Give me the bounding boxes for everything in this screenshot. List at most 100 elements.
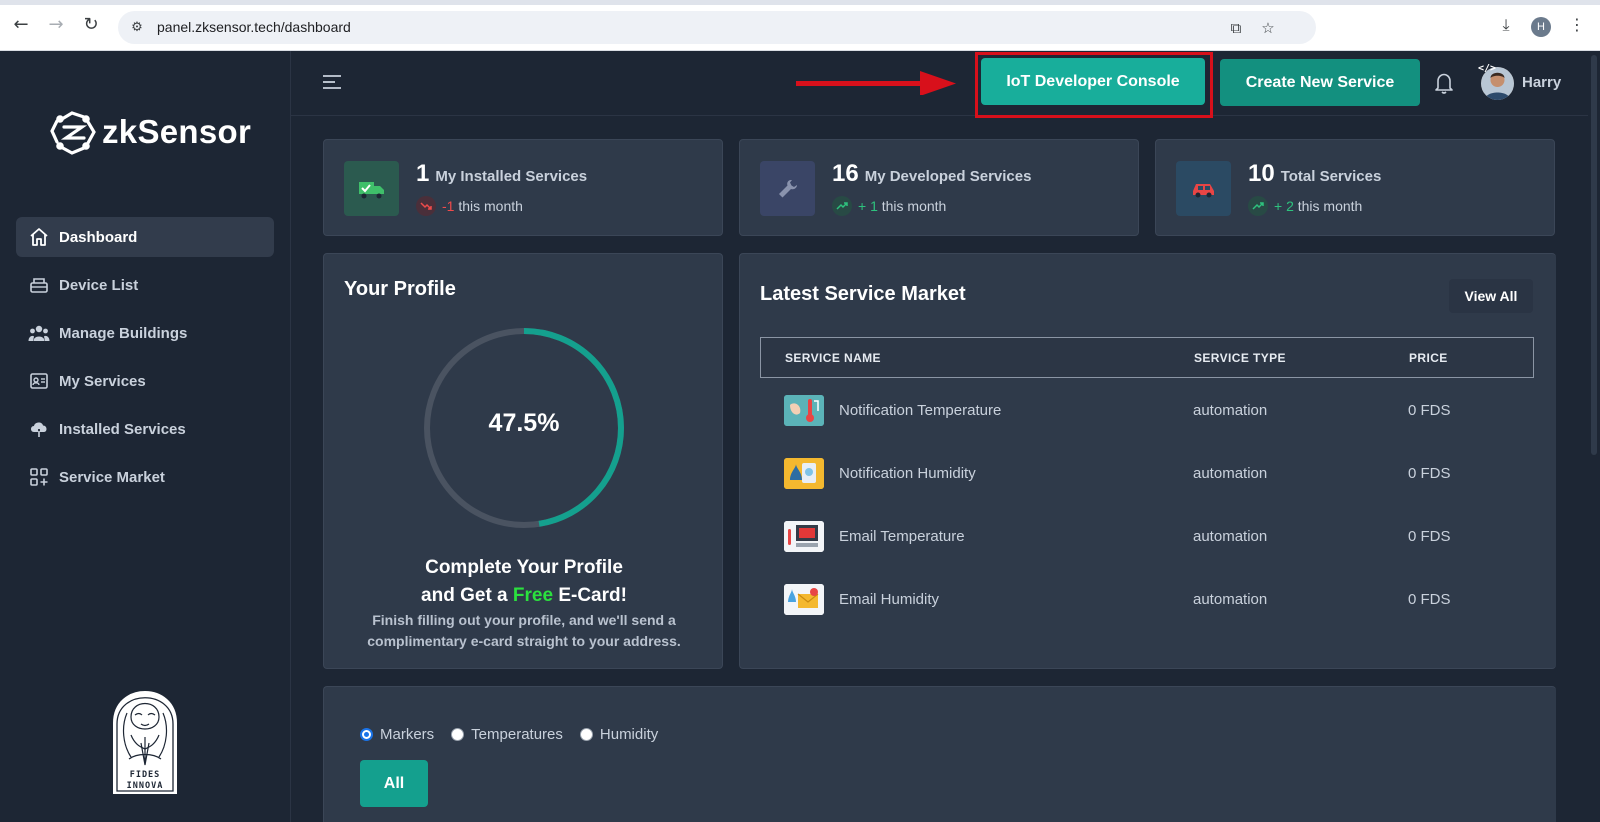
service-name: Notification Humidity xyxy=(839,465,976,482)
create-new-service-button[interactable]: Create New Service xyxy=(1220,59,1420,106)
stat-delta-value: + 2 xyxy=(1274,198,1294,214)
bookmark-star-icon[interactable]: ☆ xyxy=(1258,18,1278,38)
grid-plus-icon xyxy=(28,466,50,488)
download-icon[interactable]: ⤓ xyxy=(1495,14,1517,36)
sidebar: zkSensor Dashboard Device List Manage Bu… xyxy=(0,51,291,822)
car-icon xyxy=(1176,161,1231,216)
radio-label-humidity[interactable]: Humidity xyxy=(600,726,658,743)
sidebar-item-installed-services[interactable]: Installed Services xyxy=(16,409,274,449)
cta-free: Free xyxy=(512,585,554,606)
svg-text:INNOVA: INNOVA xyxy=(127,781,164,791)
stat-label: Total Services xyxy=(1280,168,1382,185)
reload-icon[interactable]: ↻ xyxy=(80,14,102,36)
id-card-icon xyxy=(28,370,50,392)
stat-label: My Installed Services xyxy=(435,168,588,185)
column-price[interactable]: PRICE xyxy=(1409,351,1448,365)
sidebar-item-service-market[interactable]: Service Market xyxy=(16,457,274,497)
stat-delta-suffix: this month xyxy=(1297,198,1363,214)
forward-icon[interactable]: → xyxy=(45,14,67,36)
service-type: automation xyxy=(1193,528,1268,545)
sidebar-item-dashboard[interactable]: Dashboard xyxy=(16,217,274,257)
radio-label-markers[interactable]: Markers xyxy=(380,726,434,743)
profile-cta: Complete Your Profile and Get a Free E-C… xyxy=(324,554,724,610)
service-name: Email Humidity xyxy=(839,591,940,608)
market-title: Latest Service Market xyxy=(760,283,966,305)
column-service-name[interactable]: SERVICE NAME xyxy=(785,351,881,365)
service-type: automation xyxy=(1193,465,1268,482)
stat-delta-value: -1 xyxy=(442,198,455,214)
service-thumbnail xyxy=(784,395,824,426)
menu-toggle-icon[interactable] xyxy=(321,73,343,91)
table-row[interactable]: Notification Temperature automation 0 FD… xyxy=(760,379,1534,442)
stat-card-total: 10 Total Services + 2 this month xyxy=(1155,139,1555,236)
cta-prefix: and Get a xyxy=(421,585,508,606)
map-layer-radio-group: Markers Temperatures Humidity xyxy=(360,726,675,743)
stat-delta: -1 this month xyxy=(416,196,523,216)
bell-icon[interactable] xyxy=(1433,71,1455,95)
service-thumbnail xyxy=(784,521,824,552)
stat-card-installed: 1 My Installed Services -1 this month xyxy=(323,139,723,236)
trend-down-icon xyxy=(416,196,436,216)
service-market-card: Latest Service Market View All SERVICE N… xyxy=(739,253,1556,669)
developer-badge-icon: </> xyxy=(1478,63,1497,74)
view-all-button[interactable]: View All xyxy=(1449,279,1533,313)
site-info-icon[interactable]: ⚙ xyxy=(128,19,146,37)
stat-delta-suffix: this month xyxy=(881,198,947,214)
stat-value: 16 My Developed Services xyxy=(832,160,1032,187)
stat-card-developed: 16 My Developed Services + 1 this month xyxy=(739,139,1139,236)
service-price: 0 FDS xyxy=(1408,591,1451,608)
sidebar-item-label: Service Market xyxy=(59,468,165,486)
cloud-download-icon xyxy=(28,418,50,440)
iot-developer-console-button[interactable]: IoT Developer Console xyxy=(981,58,1205,105)
stat-delta: + 1 this month xyxy=(832,196,946,216)
back-icon[interactable]: ← xyxy=(10,14,32,36)
stat-label: My Developed Services xyxy=(864,168,1032,185)
service-price: 0 FDS xyxy=(1408,402,1451,419)
stat-value: 1 My Installed Services xyxy=(416,160,588,187)
radio-markers[interactable] xyxy=(360,728,373,741)
all-filter-button[interactable]: All xyxy=(360,760,428,807)
device-icon xyxy=(28,274,50,296)
sidebar-item-label: Installed Services xyxy=(59,420,186,438)
radio-label-temperatures[interactable]: Temperatures xyxy=(471,726,563,743)
annotation-arrow-icon xyxy=(796,71,956,95)
service-name: Email Temperature xyxy=(839,528,965,545)
browser-menu-icon[interactable]: ⋮ xyxy=(1566,14,1588,36)
browser-profile-avatar[interactable]: H xyxy=(1531,17,1551,37)
sidebar-item-device-list[interactable]: Device List xyxy=(16,265,274,305)
service-name: Notification Temperature xyxy=(839,402,1002,419)
app-logo[interactable]: zkSensor xyxy=(48,107,251,157)
zksensor-logo-icon xyxy=(50,111,96,155)
address-bar[interactable]: ⚙ panel.zksensor.tech/dashboard ⧉ ☆ xyxy=(118,11,1316,44)
svg-text:FIDES: FIDES xyxy=(130,770,161,780)
service-type: automation xyxy=(1193,402,1268,419)
wrench-icon xyxy=(760,161,815,216)
top-header: IoT Developer Console Create New Service… xyxy=(291,51,1600,118)
open-in-app-icon[interactable]: ⧉ xyxy=(1226,18,1246,38)
people-icon xyxy=(28,322,50,344)
table-row[interactable]: Notification Humidity automation 0 FDS xyxy=(760,442,1534,505)
sidebar-nav: Dashboard Device List Manage Buildings M… xyxy=(16,217,274,505)
user-name[interactable]: Harry xyxy=(1522,74,1561,91)
url-text[interactable]: panel.zksensor.tech/dashboard xyxy=(157,19,351,35)
service-price: 0 FDS xyxy=(1408,465,1451,482)
table-row[interactable]: Email Temperature automation 0 FDS xyxy=(760,505,1534,568)
page-scrollbar-thumb[interactable] xyxy=(1591,55,1597,455)
service-price: 0 FDS xyxy=(1408,528,1451,545)
logo-text: zkSensor xyxy=(102,113,252,150)
column-service-type[interactable]: SERVICE TYPE xyxy=(1194,351,1286,365)
browser-toolbar: ← → ↻ ⚙ panel.zksensor.tech/dashboard ⧉ … xyxy=(0,0,1600,51)
radio-humidity[interactable] xyxy=(579,728,593,741)
sidebar-item-label: My Services xyxy=(59,372,146,390)
service-thumbnail xyxy=(784,458,824,489)
stat-value: 10 Total Services xyxy=(1248,160,1382,187)
table-row[interactable]: Email Humidity automation 0 FDS xyxy=(760,568,1534,631)
service-thumbnail xyxy=(784,584,824,615)
home-icon xyxy=(28,226,50,248)
sidebar-item-my-services[interactable]: My Services xyxy=(16,361,274,401)
profile-description: Finish filling out your profile, and we'… xyxy=(367,612,681,649)
radio-temperatures[interactable] xyxy=(451,728,465,741)
sidebar-item-manage-buildings[interactable]: Manage Buildings xyxy=(16,313,274,353)
map-filter-card: Markers Temperatures Humidity All xyxy=(323,686,1556,822)
profile-card: Your Profile 47.5% Complete Your Profile… xyxy=(323,253,723,669)
